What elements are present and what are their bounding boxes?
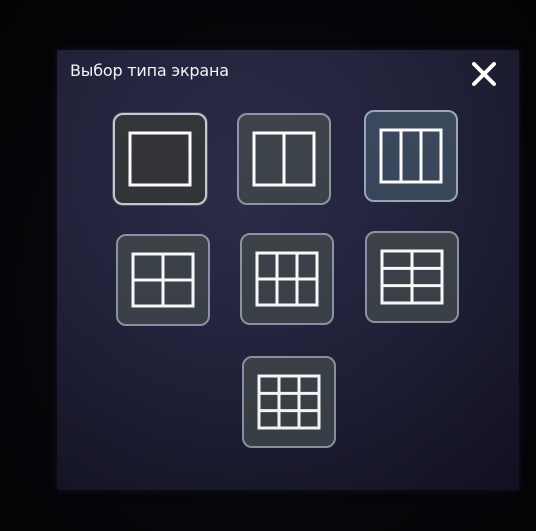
- close-button[interactable]: [466, 56, 502, 92]
- two-columns-icon: [252, 131, 316, 187]
- layout-tile-3[interactable]: [364, 110, 458, 202]
- layout-tile-4[interactable]: [116, 234, 210, 326]
- screen-outline: [257, 374, 321, 430]
- layout-tile-7[interactable]: [242, 356, 336, 448]
- three-columns-icon: [379, 128, 443, 184]
- grid-3x3-icon: [257, 374, 321, 430]
- grid-2x3-icon: [380, 249, 444, 305]
- layout-tile-5[interactable]: [240, 233, 334, 325]
- screen-outline: [379, 128, 443, 184]
- close-icon: [472, 62, 496, 86]
- grid-3x2-icon: [255, 251, 319, 307]
- layout-tile-2[interactable]: [237, 113, 331, 205]
- screen-layout-dialog: Выбор типа экрана: [57, 50, 519, 490]
- dialog-title: Выбор типа экрана: [70, 61, 229, 80]
- screen-outline: [128, 131, 192, 187]
- layout-tile-1[interactable]: [113, 113, 207, 205]
- single-screen-icon: [128, 131, 192, 187]
- grid-2x2-icon: [131, 252, 195, 308]
- layout-tile-6[interactable]: [365, 231, 459, 323]
